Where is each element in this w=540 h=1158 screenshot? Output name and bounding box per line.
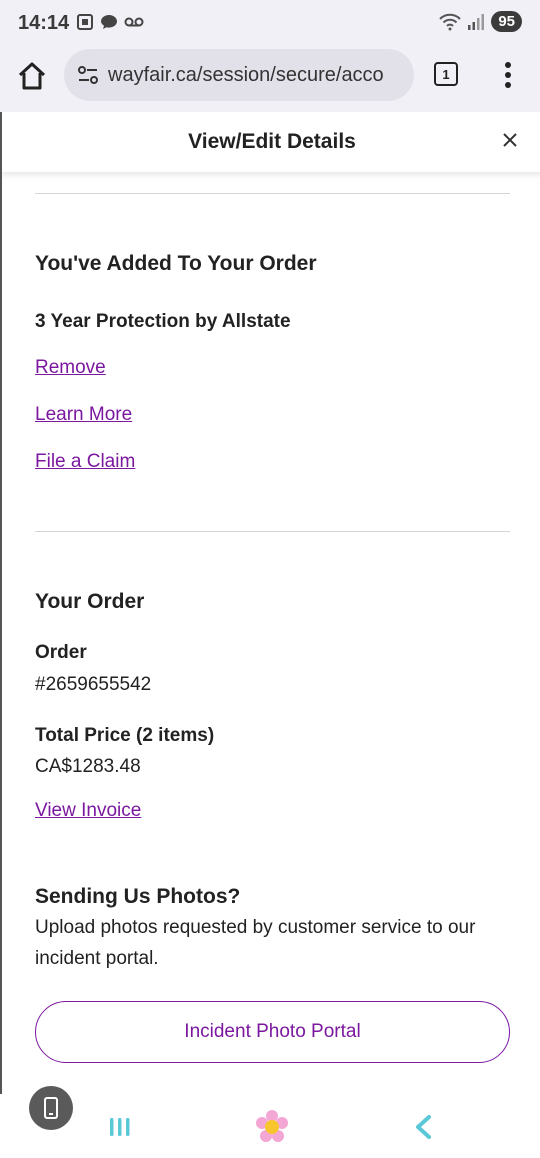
home-icon[interactable] [16, 60, 48, 92]
incident-photo-portal-button[interactable]: Incident Photo Portal [35, 1001, 510, 1063]
screenshot-icon [77, 14, 93, 30]
order-number: #2659655542 [35, 674, 152, 695]
photos-description: Upload photos requested by customer serv… [35, 917, 476, 969]
floating-toolbar-button[interactable] [29, 1086, 73, 1130]
url-text: wayfair.ca/session/secure/acco [108, 63, 384, 86]
order-section-heading: Your Order [35, 590, 145, 613]
protection-plan-title: 3 Year Protection by Allstate [35, 311, 291, 332]
status-icons-right: 95 [439, 11, 522, 32]
divider [35, 193, 510, 194]
modal-header: View/Edit Details [2, 112, 540, 172]
close-icon[interactable] [500, 130, 520, 150]
total-price-value: CA$1283.48 [35, 756, 141, 777]
tab-switcher-button[interactable]: 1 [434, 62, 458, 86]
status-time: 14:14 [18, 12, 70, 34]
battery-indicator: 95 [491, 11, 522, 32]
modal-title: View/Edit Details [188, 130, 356, 153]
photos-section-heading: Sending Us Photos? [35, 885, 241, 908]
added-section-heading: You've Added To Your Order [35, 252, 317, 275]
address-bar[interactable]: wayfair.ca/session/secure/acco [64, 49, 414, 101]
view-invoice-link[interactable]: View Invoice [35, 800, 141, 822]
wifi-icon [439, 13, 462, 30]
flower-home-icon[interactable] [253, 1108, 291, 1146]
more-options-icon[interactable] [498, 60, 518, 90]
browser-toolbar: wayfair.ca/session/secure/acco 1 [0, 46, 540, 112]
remove-link[interactable]: Remove [35, 357, 106, 379]
signal-icon [468, 13, 485, 30]
details-modal: View/Edit Details You've Added To Your O… [0, 112, 540, 1094]
recent-apps-icon[interactable] [108, 1115, 132, 1139]
site-settings-icon[interactable] [76, 63, 100, 87]
chat-bubble-icon [101, 15, 117, 29]
status-bar: 14:14 95 [0, 0, 540, 46]
phone-icon [44, 1097, 58, 1119]
divider [35, 531, 510, 532]
voicemail-icon [124, 17, 144, 27]
total-price-label: Total Price (2 items) [35, 725, 215, 746]
learn-more-link[interactable]: Learn More [35, 404, 132, 426]
back-icon[interactable] [412, 1114, 434, 1140]
status-icons-left [76, 13, 144, 31]
order-label: Order [35, 642, 87, 663]
file-claim-link[interactable]: File a Claim [35, 451, 135, 473]
